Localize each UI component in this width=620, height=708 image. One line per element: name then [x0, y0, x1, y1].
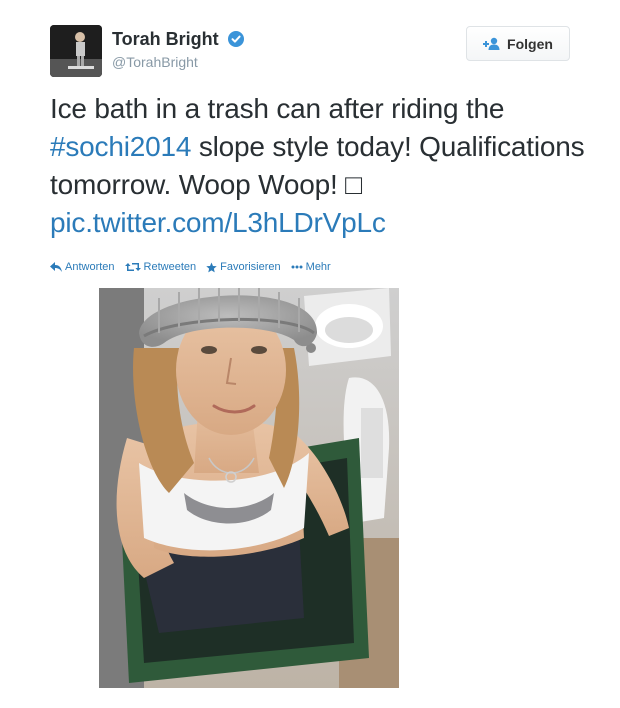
tweet-text-part1: Ice bath in a trash can after riding the: [50, 93, 505, 124]
star-icon: [206, 261, 217, 272]
reply-button[interactable]: Antworten: [50, 261, 115, 273]
user-handle[interactable]: @TorahBright: [112, 54, 198, 70]
follow-button[interactable]: Folgen: [466, 26, 570, 61]
retweet-icon: [124, 263, 141, 271]
tweet-photo[interactable]: [99, 288, 399, 688]
more-dots-icon: [291, 265, 303, 269]
pic-link[interactable]: pic.twitter.com/L3hLDrVpLc: [50, 207, 386, 238]
reply-label: Antworten: [65, 261, 115, 273]
retweet-button[interactable]: Retweeten: [124, 261, 197, 273]
reply-icon: [50, 262, 62, 272]
avatar[interactable]: [50, 25, 102, 77]
more-button[interactable]: Mehr: [291, 261, 331, 273]
hashtag-link[interactable]: #sochi2014: [50, 131, 191, 162]
tweet-text: Ice bath in a trash can after riding the…: [50, 90, 610, 242]
avatar-photo: [50, 25, 102, 77]
add-user-icon: [483, 37, 500, 50]
retweet-label: Retweeten: [143, 261, 197, 273]
display-name[interactable]: Torah Bright: [112, 29, 244, 50]
follow-button-label: Folgen: [507, 35, 553, 52]
favorite-button[interactable]: Favorisieren: [206, 261, 281, 273]
verified-badge-icon: [227, 31, 244, 47]
favorite-label: Favorisieren: [220, 261, 281, 273]
tweet-actions: Antworten Retweeten Favorisieren Mehr: [50, 261, 331, 273]
missing-glyph: □: [345, 169, 362, 200]
more-label: Mehr: [305, 261, 331, 273]
display-name-text[interactable]: Torah Bright: [112, 29, 219, 49]
tweet-photo-image: [99, 288, 399, 688]
